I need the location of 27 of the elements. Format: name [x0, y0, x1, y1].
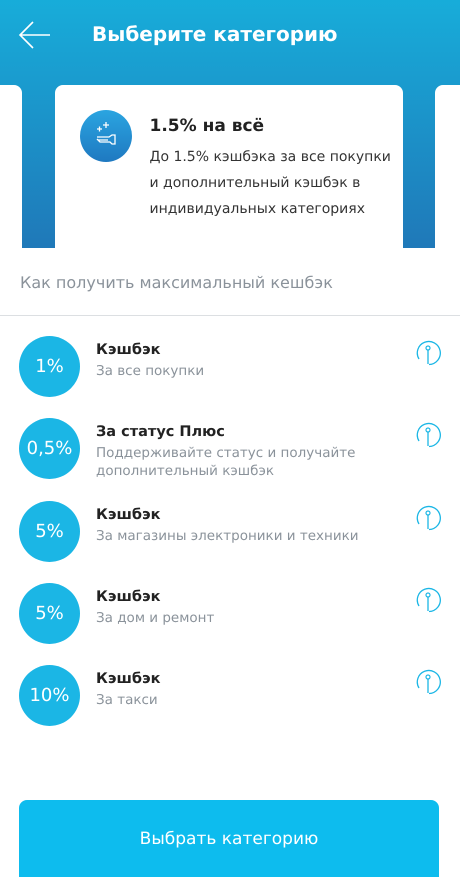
section-title: Как получить максимальный кешбэк	[19, 272, 334, 294]
item-title: Кэшбэк	[96, 342, 162, 358]
screen-title: Выберите категорию	[92, 22, 338, 46]
info-icon[interactable]	[416, 422, 442, 448]
item-title: Кэшбэк	[96, 589, 162, 605]
percent-badge: 1%	[19, 336, 80, 397]
info-icon[interactable]	[416, 505, 442, 531]
percent-badge: 5%	[19, 583, 80, 644]
percent-badge: 0,5%	[19, 418, 80, 479]
item-subtitle: За дом и ремонт	[96, 609, 216, 627]
percent-badge: 5%	[19, 501, 80, 562]
category-card[interactable]: 1.5% на всё До 1.5% кэшбэка за все покупки и дополнительный кэшбэк в индивидуальных категориях	[54, 85, 402, 248]
item-subtitle: За такси	[96, 691, 159, 709]
item-title: Кэшбэк	[96, 507, 162, 523]
item-subtitle: За все покупки	[96, 362, 206, 380]
item-subtitle: За магазины электроники и техники	[96, 527, 360, 545]
info-icon[interactable]	[416, 669, 442, 695]
info-icon[interactable]	[416, 340, 442, 366]
item-title: Кэшбэк	[96, 671, 162, 687]
hand-icon	[80, 110, 132, 162]
percent-badge: 10%	[19, 665, 80, 726]
card-description: До 1.5% кэшбэка за все покупки и дополнительный кэшбэк в индивидуальных категориях	[150, 148, 392, 219]
info-icon[interactable]	[416, 587, 442, 613]
card-title: 1.5% на всё	[150, 116, 266, 136]
back-arrow-icon[interactable]	[18, 20, 52, 50]
item-title: За статус Плюс	[96, 424, 226, 440]
item-subtitle: Поддерживайте статус и получайте дополнительный кэшбэк	[96, 444, 356, 480]
